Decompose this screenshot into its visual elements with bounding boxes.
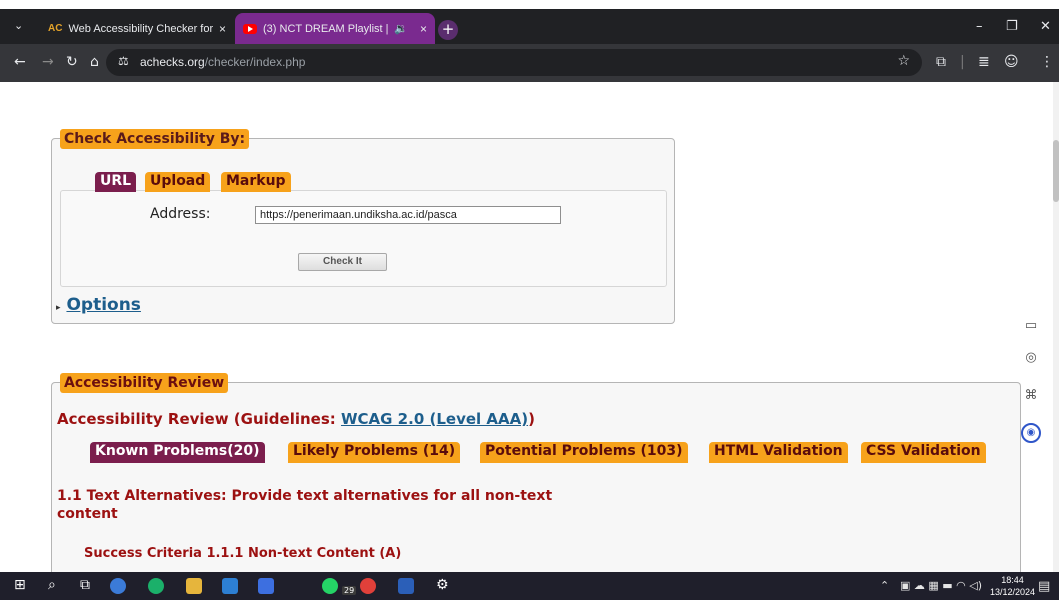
tab-html-validation[interactable]: HTML Validation [709, 442, 848, 463]
system-clock[interactable]: 18:44 13/12/2024 [990, 574, 1035, 598]
tray-icons[interactable]: ▣ ☁ ▦ ▬ ◠ ◁) [900, 579, 982, 592]
tab-likely-problems[interactable]: Likely Problems (14) [288, 442, 461, 463]
tab-title: Web Accessibility Checker for V [68, 22, 215, 35]
accessibility-review-legend: Accessibility Review [60, 373, 229, 393]
vertical-scrollbar[interactable] [1053, 82, 1059, 572]
copilot-icon[interactable]: ◉ [1021, 423, 1041, 443]
back-icon[interactable]: ← [14, 54, 26, 70]
tab-potential-problems[interactable]: Potential Problems (103) [480, 442, 688, 463]
achecks-favicon-icon: AC [48, 23, 63, 34]
close-window-icon[interactable]: ✕ [1040, 19, 1051, 34]
tab-title: (3) NCT DREAM Playlist | ’ [263, 22, 391, 35]
guideline-title: 1.1 Text Alternatives: Provide text alte… [57, 488, 553, 522]
profile-avatar-icon[interactable]: ☺ [1004, 54, 1019, 70]
options-link[interactable]: Options [66, 295, 140, 315]
minimize-icon[interactable]: – [976, 19, 983, 34]
clock-date: 13/12/2024 [990, 587, 1036, 597]
tab-known-problems[interactable]: Known Problems(20) [90, 442, 265, 463]
file-explorer-icon[interactable] [186, 578, 202, 594]
reading-list-icon[interactable]: ≣ [978, 54, 990, 70]
page-viewport: Check Accessibility By: URL Upload Marku… [0, 82, 1059, 572]
scrollbar-thumb[interactable] [1053, 140, 1059, 202]
toolbar-divider: | [960, 54, 965, 70]
edge-icon[interactable] [148, 578, 164, 594]
tab-upload[interactable]: Upload [145, 172, 211, 192]
site-info-icon[interactable]: ⚖ [118, 54, 129, 68]
chrome-icon[interactable] [360, 578, 376, 594]
tab-nct-dream-playlist[interactable]: (3) NCT DREAM Playlist | ’ 🔉 × [235, 13, 435, 44]
task-view-icon[interactable]: ⧉ [80, 577, 90, 593]
wcag-guideline-link[interactable]: WCAG 2.0 (Level AAA) [341, 410, 528, 428]
tab-search-chevron-icon[interactable]: ⌄ [14, 19, 23, 32]
options-toggle[interactable]: ▸ Options [56, 295, 141, 315]
forward-icon[interactable]: → [42, 54, 54, 70]
apps-icon[interactable]: ⌘ [1021, 388, 1041, 408]
url-text[interactable]: achecks.org/checker/index.php [140, 55, 305, 69]
extensions-icon[interactable]: ⧉ [936, 54, 946, 70]
speaker-icon[interactable]: 🔉 [394, 22, 408, 35]
top-strip [0, 0, 1059, 9]
tab-web-accessibility-checker[interactable]: AC Web Accessibility Checker for V × [40, 13, 234, 44]
review-heading: Accessibility Review (Guidelines: WCAG 2… [57, 410, 535, 428]
browser-menu-icon[interactable]: ⋮ [1040, 54, 1054, 70]
url-input-panel [60, 190, 667, 287]
start-icon[interactable]: ⊞ [14, 577, 26, 593]
search-icon[interactable]: ⌕ [48, 577, 56, 593]
check-it-button[interactable]: Check It [298, 253, 387, 271]
check-accessibility-legend: Check Accessibility By: [60, 129, 250, 149]
tab-markup[interactable]: Markup [221, 172, 291, 192]
copilot-app-icon[interactable] [110, 578, 126, 594]
store-icon[interactable] [258, 578, 274, 594]
expand-triangle-icon: ▸ [56, 303, 61, 313]
notification-icon[interactable]: ▤ [1038, 579, 1050, 594]
tab-bar: ⌄ AC Web Accessibility Checker for V × (… [0, 9, 1059, 44]
success-criteria-title: Success Criteria 1.1.1 Non-text Content … [84, 546, 402, 561]
reading-mode-icon[interactable]: ▭ [1021, 318, 1041, 338]
address-bar[interactable]: ⚖ achecks.org/checker/index.php ☆ [106, 49, 922, 76]
whatsapp-badge: 29 [342, 586, 357, 595]
restore-icon[interactable]: ❐ [1006, 19, 1018, 34]
tab-close-icon[interactable]: × [219, 22, 226, 36]
whatsapp-icon[interactable] [322, 578, 338, 594]
word-icon[interactable] [398, 578, 414, 594]
tab-url[interactable]: URL [95, 172, 137, 192]
address-label: Address: [150, 206, 211, 222]
home-icon[interactable]: ⌂ [90, 54, 99, 70]
clock-time: 18:44 [1001, 575, 1024, 585]
mail-icon[interactable] [222, 578, 238, 594]
tab-css-validation[interactable]: CSS Validation [861, 442, 986, 463]
browser-toolbar: ← → ↻ ⌂ ⚖ achecks.org/checker/index.php … [0, 44, 1059, 82]
tray-chevron-icon[interactable]: ⌃ [880, 579, 889, 592]
youtube-favicon-icon [243, 23, 257, 34]
new-tab-button[interactable]: + [438, 20, 458, 40]
windows-taskbar: ⊞ ⌕ ⧉ 29 ⚙ ⌃ ▣ ☁ ▦ ▬ ◠ ◁) 18:44 13/12/20… [0, 572, 1059, 600]
gemini-icon[interactable]: ◎ [1021, 350, 1041, 370]
bookmark-star-icon[interactable]: ☆ [897, 53, 910, 69]
address-input[interactable]: https://penerimaan.undiksha.ac.id/pasca [255, 206, 561, 224]
settings-gear-icon[interactable]: ⚙ [436, 577, 449, 593]
tab-close-icon[interactable]: × [420, 22, 427, 36]
reload-icon[interactable]: ↻ [66, 54, 78, 70]
